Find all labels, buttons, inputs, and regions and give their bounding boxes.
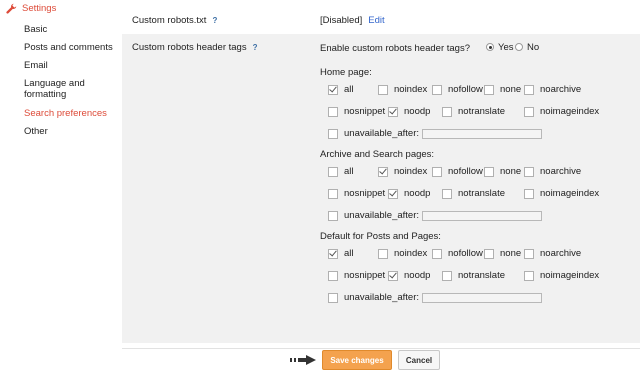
unavailable-after-input[interactable] xyxy=(422,293,542,303)
none-label: none xyxy=(500,248,522,259)
none-checkbox[interactable] xyxy=(484,167,494,177)
nofollow-checkbox[interactable] xyxy=(432,85,442,95)
robots-txt-status: [Disabled] Edit xyxy=(320,15,385,26)
nofollow-label: nofollow xyxy=(448,84,483,95)
none-label: none xyxy=(500,84,522,95)
divider xyxy=(122,348,640,349)
noodp-label: noodp xyxy=(404,106,431,117)
enable-yes-label: Yes xyxy=(498,42,514,53)
nosnippet-label: nosnippet xyxy=(344,270,386,281)
none-checkbox[interactable] xyxy=(484,85,494,95)
noindex-checkbox[interactable] xyxy=(378,167,388,177)
help-icon[interactable]: ? xyxy=(253,43,258,52)
notranslate-label: notranslate xyxy=(458,106,506,117)
unavailable-after-checkbox[interactable] xyxy=(328,293,338,303)
unavailable-after-label: unavailable_after: xyxy=(344,128,419,139)
noarchive-label: noarchive xyxy=(540,84,582,95)
nosnippet-checkbox[interactable] xyxy=(328,107,338,117)
enable-header-tags-question: Enable custom robots header tags? xyxy=(320,43,470,54)
sidebar-item-search-preferences[interactable]: Search preferences xyxy=(24,108,107,119)
arrow-right-icon xyxy=(290,355,316,365)
edit-robots-txt-link[interactable]: Edit xyxy=(368,15,384,26)
save-changes-button[interactable]: Save changes xyxy=(322,350,392,370)
noimageindex-checkbox[interactable] xyxy=(524,107,534,117)
settings-header-label: Settings xyxy=(22,2,57,14)
all-checkbox[interactable] xyxy=(328,167,338,177)
noarchive-label: noarchive xyxy=(540,166,582,177)
unavailable-after-label: unavailable_after: xyxy=(344,292,419,303)
none-checkbox[interactable] xyxy=(484,249,494,259)
help-icon[interactable]: ? xyxy=(212,16,217,25)
unavailable-after-input[interactable] xyxy=(422,211,542,221)
custom-robots-header-tags-label: Custom robots header tags? xyxy=(132,42,257,53)
noarchive-checkbox[interactable] xyxy=(524,85,534,95)
section-title: Default for Posts and Pages: xyxy=(320,231,441,242)
noodp-checkbox[interactable] xyxy=(388,107,398,117)
nosnippet-label: nosnippet xyxy=(344,106,386,117)
custom-robots-txt-label: Custom robots.txt? xyxy=(132,15,217,26)
nosnippet-checkbox[interactable] xyxy=(328,189,338,199)
enable-no-radio[interactable] xyxy=(515,43,523,51)
unavailable-after-checkbox[interactable] xyxy=(328,211,338,221)
settings-sidebar: Settings Basic Posts and comments Email … xyxy=(0,0,118,353)
noodp-label: noodp xyxy=(404,270,431,281)
unavailable-after-input[interactable] xyxy=(422,129,542,139)
noodp-checkbox[interactable] xyxy=(388,189,398,199)
settings-header[interactable]: Settings xyxy=(6,2,56,14)
all-label: all xyxy=(344,166,354,177)
noarchive-label: noarchive xyxy=(540,248,582,259)
nofollow-checkbox[interactable] xyxy=(432,249,442,259)
all-label: all xyxy=(344,248,354,259)
unavailable-after-label: unavailable_after: xyxy=(344,210,419,221)
enable-yes-radio[interactable] xyxy=(486,43,494,51)
nofollow-label: nofollow xyxy=(448,166,483,177)
notranslate-checkbox[interactable] xyxy=(442,107,452,117)
noimageindex-label: noimageindex xyxy=(540,106,600,117)
search-preferences-main: Custom robots.txt? [Disabled] Edit Custom… xyxy=(120,0,640,370)
all-checkbox[interactable] xyxy=(328,85,338,95)
noindex-checkbox[interactable] xyxy=(378,249,388,259)
noimageindex-checkbox[interactable] xyxy=(524,189,534,199)
sidebar-item-posts-and-comments[interactable]: Posts and comments xyxy=(24,42,113,53)
sidebar-item-language-and-formatting[interactable]: Language and formatting xyxy=(24,78,114,100)
notranslate-label: notranslate xyxy=(458,270,506,281)
nosnippet-label: nosnippet xyxy=(344,188,386,199)
notranslate-checkbox[interactable] xyxy=(442,271,452,281)
section-title: Archive and Search pages: xyxy=(320,149,435,160)
custom-robots-header-tags-panel: Custom robots header tags? Enable custom… xyxy=(122,34,640,370)
noodp-label: noodp xyxy=(404,188,431,199)
sidebar-item-basic[interactable]: Basic xyxy=(24,24,47,35)
custom-robots-txt-row: Custom robots.txt? [Disabled] Edit xyxy=(120,10,640,32)
sidebar-item-other[interactable]: Other xyxy=(24,126,48,137)
noindex-label: noindex xyxy=(394,248,428,259)
noodp-checkbox[interactable] xyxy=(388,271,398,281)
section-title: Home page: xyxy=(320,67,372,78)
robots-txt-status-text: [Disabled] xyxy=(320,15,363,26)
none-label: none xyxy=(500,166,522,177)
all-label: all xyxy=(344,84,354,95)
nofollow-label: nofollow xyxy=(448,248,483,259)
all-checkbox[interactable] xyxy=(328,249,338,259)
wrench-icon xyxy=(6,3,17,14)
notranslate-checkbox[interactable] xyxy=(442,189,452,199)
unavailable-after-checkbox[interactable] xyxy=(328,129,338,139)
noimageindex-label: noimageindex xyxy=(540,188,600,199)
notranslate-label: notranslate xyxy=(458,188,506,199)
noindex-checkbox[interactable] xyxy=(378,85,388,95)
noarchive-checkbox[interactable] xyxy=(524,167,534,177)
custom-robots-txt-text: Custom robots.txt xyxy=(132,15,207,26)
noindex-label: noindex xyxy=(394,84,428,95)
nofollow-checkbox[interactable] xyxy=(432,167,442,177)
enable-no-label: No xyxy=(527,42,540,53)
custom-robots-header-tags-text: Custom robots header tags xyxy=(132,42,247,53)
nosnippet-checkbox[interactable] xyxy=(328,271,338,281)
noindex-label: noindex xyxy=(394,166,428,177)
cancel-button[interactable]: Cancel xyxy=(398,350,440,370)
noimageindex-checkbox[interactable] xyxy=(524,271,534,281)
noimageindex-label: noimageindex xyxy=(540,270,600,281)
noarchive-checkbox[interactable] xyxy=(524,249,534,259)
sidebar-item-email[interactable]: Email xyxy=(24,60,48,71)
